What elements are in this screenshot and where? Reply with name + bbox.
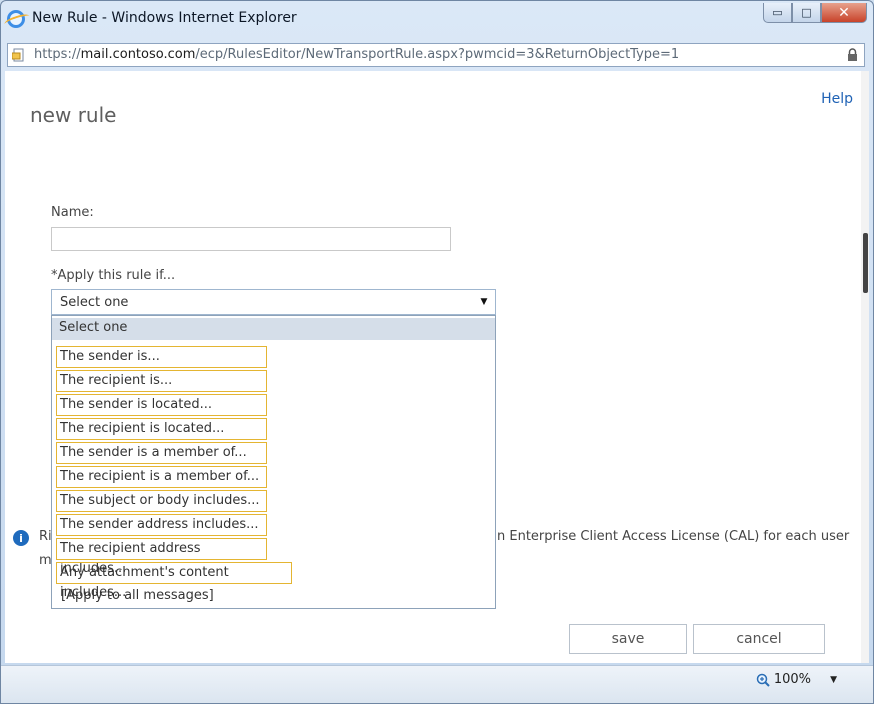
select-value: Select one: [60, 295, 129, 310]
name-label: Name:: [51, 205, 94, 220]
title-bar: New Rule - Windows Internet Explorer ▭ □…: [1, 1, 873, 39]
info-text-fragment: Ri: [39, 529, 52, 544]
dropdown-option-sender-member-of[interactable]: The sender is a member of...: [56, 442, 267, 464]
status-bar: 100% ▼: [1, 665, 873, 703]
cancel-button[interactable]: cancel: [693, 624, 825, 654]
zoom-dropdown-icon[interactable]: ▼: [830, 675, 837, 685]
scrollbar-thumb[interactable]: [863, 233, 868, 293]
zoom-level: 100%: [773, 672, 811, 687]
dropdown-option-recipient-located[interactable]: The recipient is located...: [56, 418, 267, 440]
url-path: /ecp/RulesEditor/NewTransportRule.aspx?p…: [195, 47, 680, 62]
apply-rule-label: *Apply this rule if...: [51, 268, 176, 283]
minimize-button[interactable]: ▭: [763, 3, 792, 23]
internet-explorer-icon: [7, 10, 25, 28]
address-bar[interactable]: https://mail.contoso.com/ecp/RulesEditor…: [7, 43, 865, 67]
dropdown-option-recipient-member-of[interactable]: The recipient is a member of...: [56, 466, 267, 488]
browser-window: New Rule - Windows Internet Explorer ▭ □…: [0, 0, 874, 704]
zoom-magnifier-icon: [756, 673, 770, 687]
dropdown-option-recipient-is[interactable]: The recipient is...: [56, 370, 267, 392]
url-text[interactable]: https://mail.contoso.com/ecp/RulesEditor…: [34, 47, 679, 62]
dropdown-option-select-one[interactable]: Select one: [52, 318, 495, 340]
dropdown-option-sender-is[interactable]: The sender is...: [56, 346, 267, 368]
page-title: new rule: [30, 103, 117, 127]
dropdown-option-subject-body-includes[interactable]: The subject or body includes...: [56, 490, 267, 512]
zoom-control[interactable]: 100%: [756, 672, 811, 687]
url-host: mail.contoso.com: [80, 47, 196, 62]
close-button[interactable]: ✕: [821, 3, 867, 23]
info-icon: i: [13, 530, 29, 546]
name-input[interactable]: [51, 227, 451, 251]
window-title: New Rule - Windows Internet Explorer: [32, 10, 297, 26]
apply-rule-select[interactable]: Select one ▼: [51, 289, 496, 315]
dropdown-option-apply-to-all[interactable]: [Apply to all messages]: [54, 586, 354, 608]
info-text: n Enterprise Client Access License (CAL)…: [497, 529, 850, 544]
help-link[interactable]: Help: [821, 91, 853, 107]
url-scheme: https://: [34, 47, 81, 62]
close-icon: ✕: [838, 4, 850, 21]
maximize-button[interactable]: □: [792, 3, 821, 23]
vertical-scrollbar[interactable]: [861, 71, 869, 663]
page-content: Help new rule Name: *Apply this rule if.…: [5, 71, 869, 663]
page-icon: [12, 48, 24, 62]
dropdown-option-sender-located[interactable]: The sender is located...: [56, 394, 267, 416]
info-text-fragment-2: m: [39, 553, 52, 568]
save-button[interactable]: save: [569, 624, 687, 654]
window-controls: ▭ □ ✕: [763, 3, 867, 23]
dropdown-option-attachment-content-includes[interactable]: Any attachment's content includes...: [56, 562, 292, 600]
apply-rule-dropdown-list: Select one The sender is... The recipien…: [51, 315, 496, 609]
maximize-icon: □: [801, 6, 812, 19]
lock-icon[interactable]: [847, 48, 858, 62]
dropdown-option-sender-address-includes[interactable]: The sender address includes...: [56, 514, 267, 536]
chevron-down-icon[interactable]: ▼: [473, 290, 495, 314]
dropdown-option-recipient-address-includes[interactable]: The recipient address includes...: [56, 538, 267, 576]
minimize-icon: ▭: [772, 6, 783, 19]
